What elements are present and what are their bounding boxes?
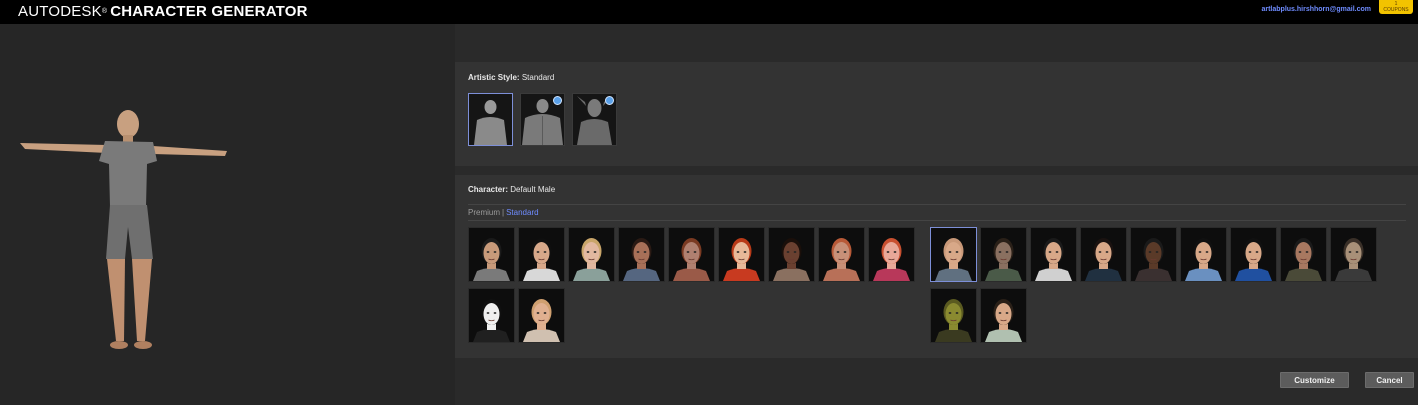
male-character-2[interactable]: [980, 227, 1027, 282]
male-character-8[interactable]: [1280, 227, 1327, 282]
character-portrait: [519, 289, 564, 342]
style-option-creature[interactable]: [572, 93, 617, 146]
character-portrait: [819, 228, 864, 281]
female-character-11[interactable]: [518, 288, 565, 343]
character-portrait: [619, 228, 664, 281]
character-preview-figure[interactable]: [15, 109, 230, 379]
character-portrait: [869, 228, 914, 281]
premium-badge-icon: [553, 96, 562, 105]
character-portrait: [1231, 228, 1276, 281]
character-label: Character:: [468, 185, 509, 194]
female-character-9[interactable]: [868, 227, 915, 282]
male-character-5[interactable]: [1130, 227, 1177, 282]
brand-name: CHARACTER GENERATOR: [110, 3, 308, 20]
style-option-muscular[interactable]: [520, 93, 565, 146]
male-character-10[interactable]: [930, 288, 977, 343]
male-character-6[interactable]: [1180, 227, 1227, 282]
artistic-style-heading: Artistic Style: Standard: [468, 73, 554, 82]
character-divider-top: [468, 204, 1406, 205]
artistic-style-panel: Artistic Style: Standard: [455, 62, 1418, 166]
male-character-4[interactable]: [1080, 227, 1127, 282]
character-portrait: [569, 228, 614, 281]
character-portrait: [1281, 228, 1326, 281]
character-divider-bottom: [468, 220, 1406, 221]
character-panel: Character: Default Male Premium | Standard: [455, 175, 1418, 358]
character-value: Default Male: [510, 185, 556, 194]
character-heading: Character: Default Male: [468, 185, 555, 194]
female-character-4[interactable]: [618, 227, 665, 282]
female-character-6[interactable]: [718, 227, 765, 282]
tab-separator: |: [502, 208, 505, 217]
female-character-3[interactable]: [568, 227, 615, 282]
character-portrait: [669, 228, 714, 281]
character-portrait: [931, 228, 976, 281]
top-bar: AUTODESK® CHARACTER GENERATOR artlabplus.…: [0, 0, 1418, 24]
premium-badge-icon: [605, 96, 614, 105]
character-portrait: [981, 228, 1026, 281]
male-character-7[interactable]: [1230, 227, 1277, 282]
character-portrait: [1031, 228, 1076, 281]
coupons-badge[interactable]: 1 COUPONS: [1379, 0, 1413, 14]
artistic-style-label: Artistic Style:: [468, 73, 520, 82]
character-portrait: [931, 289, 976, 342]
male-character-11[interactable]: [980, 288, 1027, 343]
male-character-3[interactable]: [1030, 227, 1077, 282]
female-character-7[interactable]: [768, 227, 815, 282]
female-character-8[interactable]: [818, 227, 865, 282]
character-portrait: [981, 289, 1026, 342]
character-portrait: [719, 228, 764, 281]
coupons-label: COUPONS: [1383, 7, 1409, 13]
character-portrait: [769, 228, 814, 281]
character-filter-tabs: Premium | Standard: [468, 208, 539, 217]
user-email-link[interactable]: artlabplus.hirshhorn@gmail.com: [1261, 6, 1371, 13]
app-brand: AUTODESK® CHARACTER GENERATOR: [18, 3, 308, 21]
female-character-1[interactable]: [468, 227, 515, 282]
style-option-standard[interactable]: [468, 93, 513, 146]
tab-premium[interactable]: Premium: [468, 208, 500, 217]
female-character-10[interactable]: [468, 288, 515, 343]
customize-button[interactable]: Customize: [1280, 372, 1349, 388]
tab-standard[interactable]: Standard: [506, 208, 538, 217]
character-preview-pane[interactable]: [0, 24, 455, 405]
standard-body-thumbnail: [469, 94, 512, 145]
female-character-2[interactable]: [518, 227, 565, 282]
cancel-button[interactable]: Cancel: [1365, 372, 1414, 388]
brand-registered-mark: ®: [101, 8, 108, 15]
character-portrait: [519, 228, 564, 281]
male-character-9[interactable]: [1330, 227, 1377, 282]
brand-prefix: AUTODESK: [18, 3, 102, 20]
character-portrait: [469, 289, 514, 342]
character-portrait: [1181, 228, 1226, 281]
character-portrait: [1331, 228, 1376, 281]
character-portrait: [1131, 228, 1176, 281]
female-character-5[interactable]: [668, 227, 715, 282]
artistic-style-value: Standard: [521, 73, 555, 82]
character-portrait: [469, 228, 514, 281]
character-portrait: [1081, 228, 1126, 281]
male-character-1[interactable]: [930, 227, 977, 282]
